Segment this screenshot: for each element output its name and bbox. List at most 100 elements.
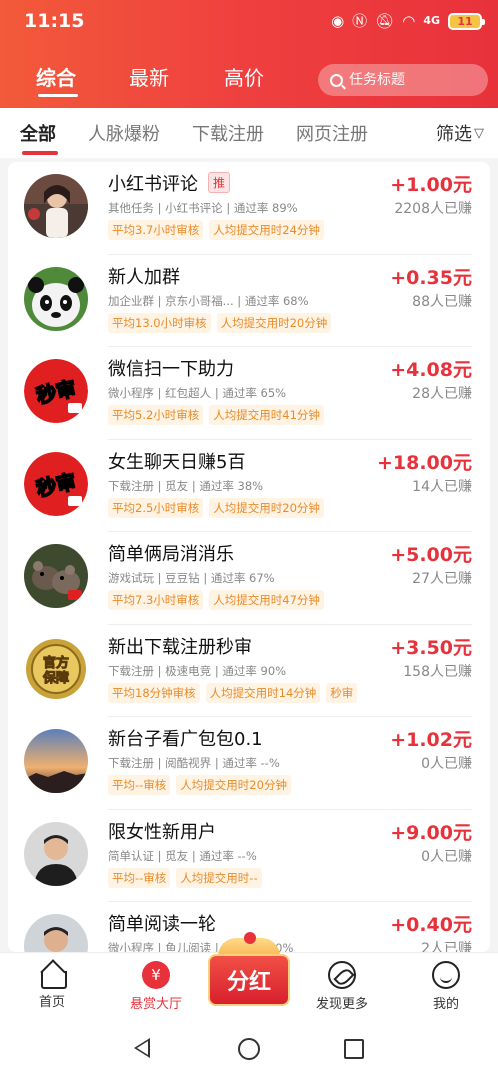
task-earned-count: 28人已赚 — [412, 386, 472, 402]
review-time-tag: 平均18分钟审核 — [108, 682, 200, 703]
filter-button[interactable]: 筛选 ▽ — [436, 120, 484, 146]
task-avatar: 秒审 — [24, 359, 88, 423]
task-tags: 平均3.7小时审核 人均提交用时24分钟 — [108, 220, 324, 240]
task-meta: 游戏试玩 | 豆豆钻 | 通过率 67% — [108, 571, 275, 585]
task-avatar: 秒审 — [24, 451, 88, 516]
task-avatar — [24, 266, 88, 331]
submit-time-tag: 人均提交用时41分钟 — [209, 405, 324, 425]
task-price: +3.50元 — [390, 636, 472, 659]
task-title: 简单阅读一轮 — [108, 914, 216, 935]
eye-icon: ◉ — [331, 12, 345, 30]
back-icon[interactable] — [134, 1038, 150, 1058]
nav-mine-label: 我的 — [432, 997, 459, 1012]
task-price: +9.00元 — [390, 821, 472, 844]
task-row[interactable]: 小红书评论推 其他任务 | 小红书评论 | 通过率 89% 平均3.7小时审核 … — [8, 162, 490, 255]
nav-discover[interactable]: 发现更多 — [302, 961, 382, 1012]
search-box[interactable] — [318, 64, 488, 96]
submit-time-tag: 人均提交用时20分钟 — [209, 497, 324, 518]
home-circle-icon[interactable] — [238, 1038, 260, 1060]
tab-overall[interactable]: 综合 — [36, 62, 76, 91]
tab-latest[interactable]: 最新 — [129, 62, 169, 91]
nav-home[interactable]: 首页 — [12, 961, 92, 1010]
review-time-tag: 平均--审核 — [108, 867, 171, 888]
task-price: +1.00元 — [390, 174, 472, 196]
task-list[interactable]: 小红书评论推 其他任务 | 小红书评论 | 通过率 89% 平均3.7小时审核 … — [8, 162, 490, 952]
task-title: 限女性新用户 — [108, 821, 216, 843]
task-row[interactable]: 官方保障 新出下载注册秒审 下载注册 | 极速电竞 | 通过率 90% 平均18… — [8, 625, 490, 717]
task-earned-count: 158人已赚 — [403, 663, 472, 680]
home-icon — [39, 961, 67, 989]
task-avatar: 官方保障 — [24, 637, 88, 701]
tab-all[interactable]: 全部 — [20, 120, 56, 146]
task-earned-count: 2人已赚 — [421, 941, 472, 952]
task-meta: 简单认证 | 觅友 | 通过率 --% — [108, 848, 257, 863]
task-price: +0.35元 — [390, 266, 472, 289]
tab-high-price[interactable]: 高价 — [224, 62, 264, 91]
tab-contacts[interactable]: 人脉爆粉 — [88, 120, 160, 146]
review-time-tag: 平均7.3小时审核 — [108, 590, 204, 610]
task-meta: 下载注册 | 觅友 | 通过率 38% — [108, 478, 264, 493]
tab-web-register[interactable]: 网页注册 — [296, 120, 368, 146]
nav-reward-hall-label: 悬赏大厅 — [129, 997, 182, 1012]
submit-time-tag: 人均提交用时47分钟 — [209, 590, 324, 610]
task-title: 新台子看广包包0.1 — [108, 729, 263, 750]
task-earned-count: 27人已赚 — [412, 571, 472, 587]
task-price: +5.00元 — [390, 544, 472, 566]
task-title: 微信扫一下助力 — [108, 359, 234, 380]
task-row[interactable]: 简单俩局消消乐 游戏试玩 | 豆豆钻 | 通过率 67% 平均7.3小时审核 人… — [8, 532, 490, 625]
task-row[interactable]: 限女性新用户 简单认证 | 觅友 | 通过率 --% 平均--审核 人均提交用时… — [8, 810, 490, 902]
task-title: 新出下载注册秒审 — [108, 636, 252, 658]
dividend-button[interactable]: 分红 — [208, 932, 290, 1006]
task-title-text: 小红书评论 — [108, 174, 198, 195]
app-header: 11:15 ◉ Ⓝ 🔕︎ ◠ 4G 11 综合 最新 高价 — [0, 0, 498, 108]
battery-icon: 11 — [448, 12, 485, 30]
wifi-icon: ◠ — [402, 12, 416, 30]
task-earned-count: 88人已赚 — [412, 293, 472, 310]
avatar-text: 官方保障 — [42, 655, 69, 686]
review-time-tag: 平均--审核 — [108, 775, 171, 795]
task-avatar — [24, 729, 88, 793]
task-avatar — [24, 821, 88, 886]
task-meta: 加企业群 | 京东小哥福... | 通过率 68% — [108, 293, 309, 308]
top-tabs: 综合 最新 高价 — [0, 58, 498, 98]
task-title: 简单俩局消消乐 — [108, 544, 234, 565]
task-meta: 微小程序 | 红包超人 | 通过率 65% — [108, 386, 287, 400]
task-tags: 平均2.5小时审核 人均提交用时20分钟 — [108, 497, 324, 518]
task-tags: 平均7.3小时审核 人均提交用时47分钟 — [108, 590, 324, 610]
task-earned-count: 0人已赚 — [421, 756, 472, 772]
task-tags: 平均5.2小时审核 人均提交用时41分钟 — [108, 405, 324, 425]
review-time-tag: 平均5.2小时审核 — [108, 405, 204, 425]
task-tags: 平均18分钟审核 人均提交用时14分钟 秒审 — [108, 682, 358, 703]
task-title: 新人加群 — [108, 266, 180, 288]
nav-reward-hall[interactable]: ¥ 悬赏大厅 — [116, 961, 196, 1012]
task-title: 小红书评论推 — [108, 170, 231, 196]
task-meta: 下载注册 | 极速电竞 | 通过率 90% — [108, 663, 287, 678]
task-price: +1.02元 — [390, 729, 472, 751]
task-price: +18.00元 — [376, 451, 472, 474]
search-input[interactable] — [349, 72, 479, 88]
tab-download-register[interactable]: 下载注册 — [192, 120, 264, 146]
task-avatar — [24, 174, 88, 238]
review-time-tag: 平均3.7小时审核 — [108, 220, 204, 240]
task-row[interactable]: 秒审 微信扫一下助力 微小程序 | 红包超人 | 通过率 65% 平均5.2小时… — [8, 347, 490, 440]
active-tab-underline — [38, 94, 78, 97]
task-row[interactable]: 新人加群 加企业群 | 京东小哥福... | 通过率 68% 平均13.0小时审… — [8, 255, 490, 347]
task-meta: 其他任务 | 小红书评论 | 通过率 89% — [108, 201, 298, 215]
filter-icon: ▽ — [474, 125, 484, 141]
mute-icon: 🔕︎ — [375, 12, 395, 30]
task-row[interactable]: 秒审 女生聊天日赚5百 下载注册 | 觅友 | 通过率 38% 平均2.5小时审… — [8, 440, 490, 532]
review-time-tag: 平均2.5小时审核 — [108, 497, 204, 518]
recent-apps-icon[interactable] — [344, 1039, 364, 1059]
task-row[interactable]: 新台子看广包包0.1 下载注册 | 阅酷视界 | 通过率 --% 平均--审核 … — [8, 717, 490, 810]
compass-icon — [328, 961, 356, 989]
task-avatar — [24, 914, 88, 952]
task-avatar — [24, 544, 88, 608]
task-meta: 下载注册 | 阅酷视界 | 通过率 --% — [108, 756, 280, 770]
task-tags: 平均--审核 人均提交用时20分钟 — [108, 775, 291, 795]
task-title: 女生聊天日赚5百 — [108, 451, 246, 473]
status-time: 11:15 — [24, 10, 85, 32]
submit-time-tag: 人均提交用时24分钟 — [209, 220, 324, 240]
nav-discover-label: 发现更多 — [315, 997, 368, 1012]
status-icons: ◉ Ⓝ 🔕︎ ◠ 4G 11 — [331, 12, 485, 30]
nav-mine[interactable]: 我的 — [406, 961, 486, 1012]
